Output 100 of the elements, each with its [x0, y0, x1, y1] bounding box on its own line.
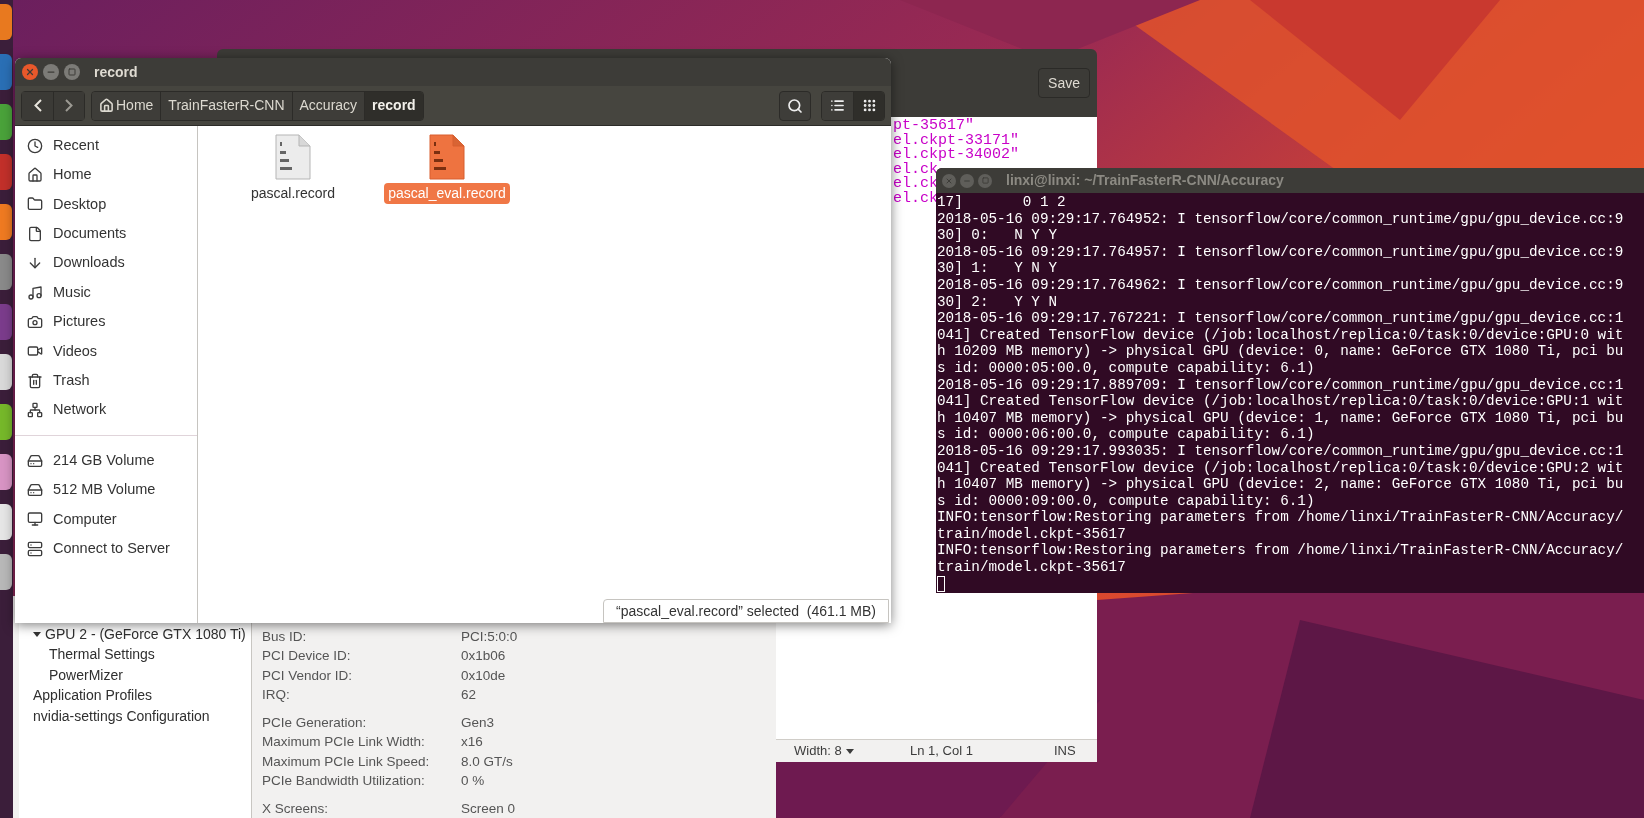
- tree-item[interactable]: GPU 2 - (GeForce GTX 1080 Ti): [45, 623, 246, 645]
- terminal-line: INFO:tensorflow:Restoring parameters from /home/linxi/TrainFasterR-CNN/Accuracy/: [937, 542, 1624, 560]
- maximize-icon: [981, 177, 989, 184]
- tree-item[interactable]: Application Profiles: [33, 685, 153, 707]
- terminal-line: 2018-05-16 09:29:17.889709: I tensorflow/core/common_runtime/gpu/gpu_device.cc:1: [937, 376, 1624, 394]
- property-value: 0 %: [461, 772, 485, 791]
- sidebar-item[interactable]: 512 MB Volume: [15, 475, 197, 505]
- terminal-line: train/model.ckpt-35617: [937, 525, 1126, 543]
- sidebar-item[interactable]: Home: [15, 160, 197, 190]
- drive-icon: [27, 452, 43, 469]
- property-label: Maximum PCIe Link Width:: [262, 733, 426, 752]
- app-icon[interactable]: [0, 4, 12, 40]
- path-button[interactable]: Home: [92, 91, 161, 120]
- close-icon: [945, 176, 953, 185]
- grid-icon: [861, 98, 877, 113]
- property-label: Bus ID:: [262, 627, 308, 646]
- back-button[interactable]: [22, 91, 53, 120]
- terminal-line: 2018-05-16 09:29:17.993035: I tensorflow/core/common_runtime/gpu/gpu_device.cc:1: [937, 442, 1624, 460]
- path-button[interactable]: Accuracy: [291, 91, 365, 120]
- property-label: IRQ:: [262, 686, 291, 705]
- minimize-button[interactable]: [43, 64, 59, 80]
- sidebar-item[interactable]: Videos: [15, 336, 197, 367]
- app-icon[interactable]: [0, 404, 12, 440]
- code-line: el.ckpt-34002": [893, 148, 1020, 163]
- property-label: Maximum PCIe Link Speed:: [262, 752, 431, 771]
- property-value: Gen3: [461, 713, 495, 732]
- camera-icon: [27, 314, 43, 331]
- terminal-line: 2018-05-16 09:29:17.767221: I tensorflow/core/common_runtime/gpu/gpu_device.cc:1: [937, 310, 1624, 327]
- binary-file-icon: [429, 134, 465, 180]
- terminal-line: 17] 0 1 2: [937, 194, 1066, 211]
- sidebar-item[interactable]: 214 GB Volume: [15, 445, 197, 476]
- home-icon: [99, 98, 114, 113]
- sidebar-item[interactable]: Recent: [15, 131, 197, 161]
- folder-icon: [27, 196, 43, 213]
- sidebar-item[interactable]: Desktop: [15, 189, 197, 220]
- path-button[interactable]: TrainFasterR-CNN: [160, 91, 292, 120]
- chevron-left-icon: [33, 99, 42, 112]
- expander-icon[interactable]: [33, 631, 41, 637]
- drive-icon: [27, 482, 43, 498]
- caret-icon: [845, 748, 854, 754]
- property-label: X Screens:: [262, 799, 330, 818]
- file-name[interactable]: pascal.record: [246, 183, 339, 204]
- terminal-line: 30] 2: Y Y N: [937, 293, 1058, 311]
- status-overlay: “pascal_eval.record” selected (461.1 MB): [603, 599, 889, 623]
- tree-item[interactable]: Thermal Settings: [49, 644, 155, 666]
- save-button[interactable]: Save: [1038, 68, 1090, 98]
- property-value: 62: [461, 686, 477, 705]
- terminal-line: h 10209 MB memory) -> physical GPU (device: 0, name: GeForce GTX 1080 Ti, pci bu: [937, 343, 1624, 360]
- maximize-button[interactable]: [64, 64, 80, 80]
- binary-file-icon: [275, 134, 311, 180]
- cursor-position[interactable]: Ln 1, Col 1: [910, 741, 1054, 761]
- path-button[interactable]: record: [364, 91, 423, 120]
- forward-button[interactable]: [53, 91, 84, 120]
- grid-view-button[interactable]: [853, 91, 884, 120]
- terminal-line: 041] Created TensorFlow device (/job:localhost/replica:0/task:0/device:GPU:1 wit: [937, 393, 1624, 410]
- sidebar-item[interactable]: Downloads: [15, 248, 197, 278]
- sidebar-item[interactable]: Trash: [15, 366, 197, 396]
- terminal-line: 30] 0: N Y Y: [937, 227, 1058, 244]
- property-label: PCI Vendor ID:: [262, 666, 354, 685]
- terminal-line: 30] 1: Y N Y: [937, 260, 1058, 277]
- app-icon[interactable]: [0, 204, 12, 240]
- chevron-right-icon: [65, 99, 73, 112]
- terminal-line: 2018-05-16 09:29:17.764952: I tensorflow/core/common_runtime/gpu/gpu_device.cc:9: [937, 210, 1624, 228]
- tab-width-selector[interactable]: Width: 8: [794, 741, 910, 761]
- terminal-line: s id: 0000:05:00.0, compute capability: 6.1): [937, 359, 1315, 377]
- search-icon: [787, 97, 803, 114]
- property-label: PCIe Bandwidth Utilization:: [262, 772, 426, 791]
- terminal-line: h 10407 MB memory) -> physical GPU (device: 2, name: GeForce GTX 1080 Ti, pci bu: [937, 476, 1624, 493]
- sidebar-item[interactable]: Documents: [15, 219, 197, 249]
- close-icon: [25, 67, 35, 77]
- terminal-line: 041] Created TensorFlow device (/job:localhost/replica:0/task:0/device:GPU:0 wit: [937, 326, 1624, 344]
- property-value: 8.0 GT/s: [461, 752, 513, 771]
- tree-item[interactable]: nvidia-settings Configuration: [33, 705, 210, 727]
- terminal-line: INFO:tensorflow:Restoring parameters from /home/linxi/TrainFasterR-CNN/Accuracy/: [937, 509, 1624, 526]
- property-label: PCIe Generation:: [262, 713, 368, 732]
- app-icon[interactable]: [0, 454, 12, 490]
- close-button[interactable]: [22, 64, 38, 80]
- network-icon: [27, 402, 43, 419]
- maximize-icon: [68, 68, 76, 76]
- property-value: 0x1b06: [461, 647, 506, 666]
- sidebar-item[interactable]: Computer: [15, 504, 197, 535]
- code-line: pt-35617": [893, 119, 974, 134]
- property-value: 0x10de: [461, 666, 506, 685]
- terminal-line: 041] Created TensorFlow device (/job:localhost/replica:0/task:0/device:GPU:2 wit: [937, 459, 1624, 477]
- search-button[interactable]: [779, 90, 811, 121]
- clock-icon: [27, 137, 43, 154]
- app-icon[interactable]: [0, 354, 12, 390]
- sidebar-item[interactable]: Network: [15, 395, 197, 425]
- app-icon[interactable]: [0, 504, 12, 540]
- list-view-button[interactable]: [822, 91, 853, 120]
- tree-item[interactable]: PowerMizer: [49, 664, 123, 686]
- property-value: PCI:5:0:0: [461, 627, 518, 646]
- sidebar-item[interactable]: Connect to Server: [15, 534, 197, 564]
- terminal-line: 2018-05-16 09:29:17.764962: I tensorflow/core/common_runtime/gpu/gpu_device.cc:9: [937, 276, 1624, 294]
- property-value: Screen 0: [461, 799, 516, 818]
- app-icon[interactable]: [0, 554, 12, 590]
- code-line: el.ck: [893, 177, 938, 192]
- sidebar-item[interactable]: Pictures: [15, 307, 197, 337]
- sidebar-item[interactable]: Music: [15, 277, 197, 308]
- music-note-icon: [27, 284, 43, 301]
